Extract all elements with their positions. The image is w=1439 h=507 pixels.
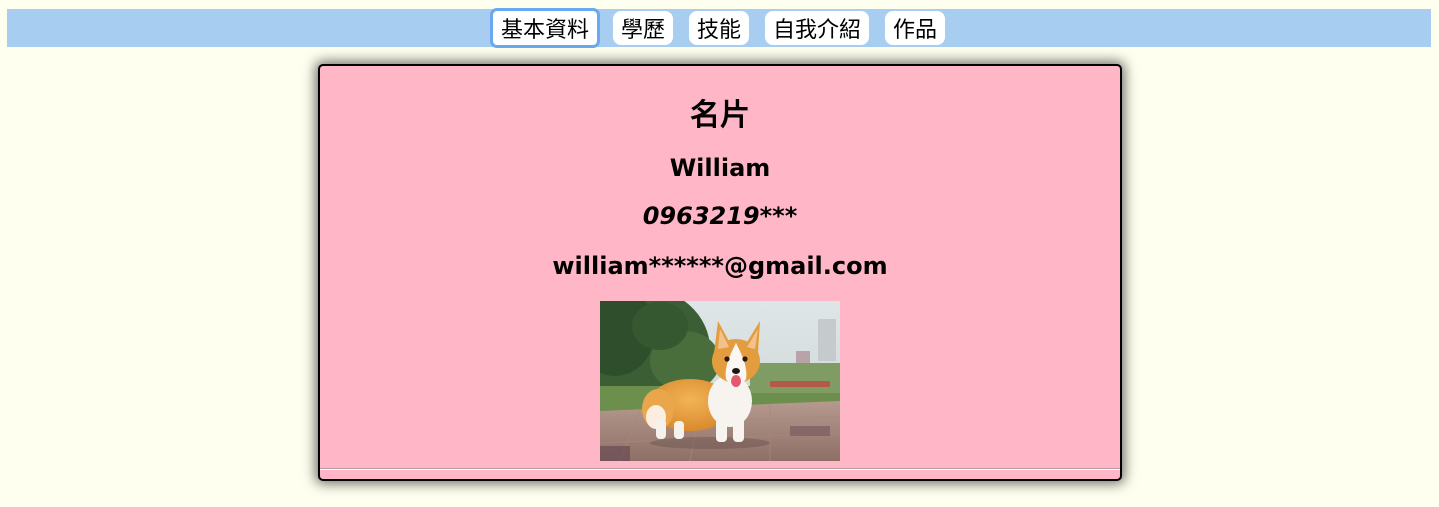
tab-self-introduction[interactable]: 自我介紹 [765, 11, 870, 45]
card-title: 名片 [690, 98, 750, 133]
card-name: William [669, 154, 771, 182]
card-email: william******@gmail.com [552, 252, 888, 280]
top-nav-bar: 基本資料 學歷 技能 自我介紹 作品 [7, 8, 1431, 48]
corgi-dog-photo [600, 301, 840, 461]
card-phone: 0963219*** [642, 202, 798, 230]
tab-skills[interactable]: 技能 [688, 11, 749, 45]
card-divider [320, 468, 1120, 470]
tab-basic-info[interactable]: 基本資料 [489, 8, 600, 48]
tab-education[interactable]: 學歷 [612, 11, 673, 45]
business-card: 名片 William 0963219*** william******@gmai… [318, 64, 1122, 481]
tab-portfolio[interactable]: 作品 [885, 11, 946, 45]
